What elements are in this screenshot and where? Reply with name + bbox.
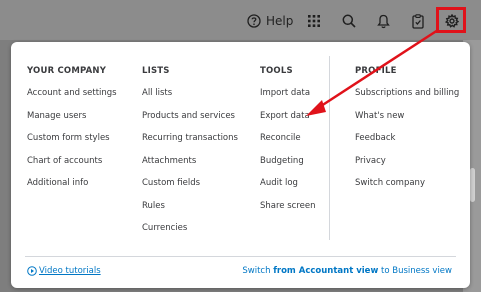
annotation-arrow (306, 28, 439, 116)
